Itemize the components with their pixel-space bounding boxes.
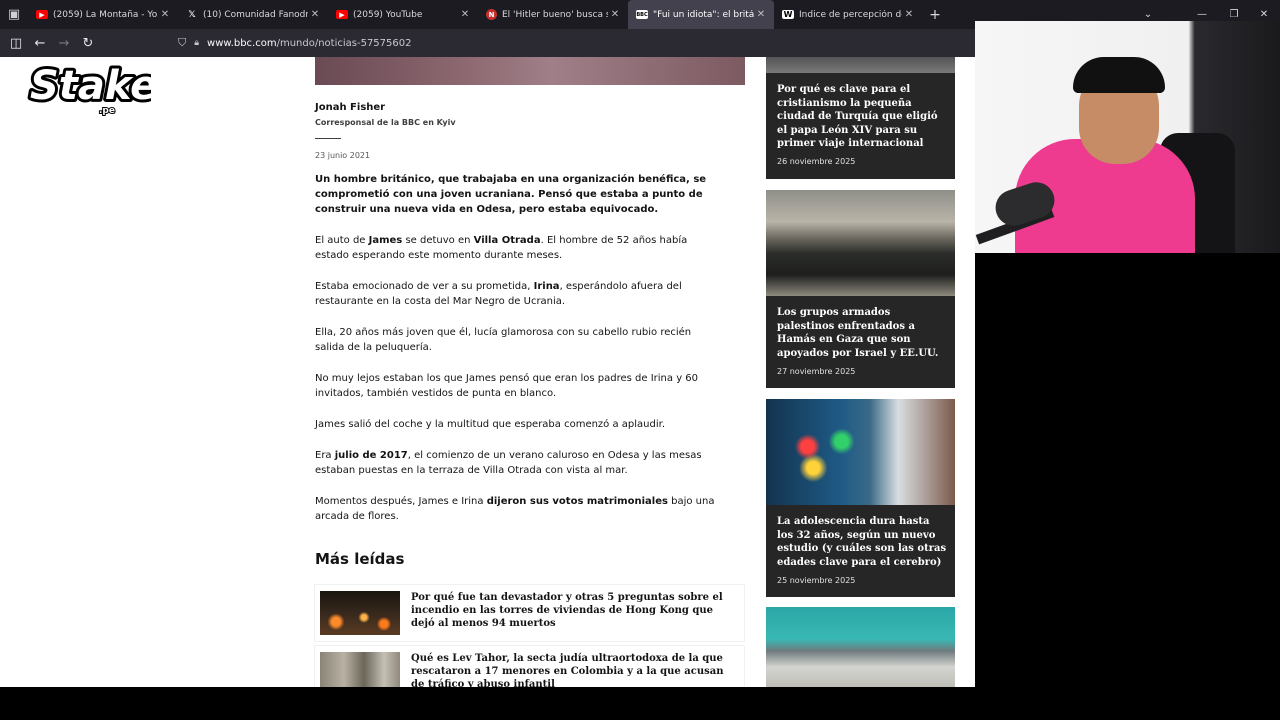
most-read-title[interactable]: Qué es Lev Tahor, la secta judía ultraor…: [411, 652, 736, 687]
lock-icon[interactable]: 🔒︎: [194, 38, 199, 48]
tab-title: (2059) La Montaña - YouTube: [53, 9, 158, 20]
tab-list-icon[interactable]: ▣: [0, 0, 28, 29]
sidebar-toggle-icon[interactable]: ◫: [4, 29, 28, 57]
x-icon: 𝕏: [188, 9, 196, 20]
shield-icon[interactable]: ⛉: [178, 36, 186, 50]
author-name: Jonah Fisher: [315, 102, 386, 113]
webcam-overlay: [975, 21, 1280, 253]
sidebar-card[interactable]: [766, 607, 955, 687]
close-icon[interactable]: ✕: [608, 9, 622, 20]
card-image[interactable]: [766, 57, 955, 73]
author-divider: [315, 138, 341, 139]
tab-hitler-bueno[interactable]: N El 'Hitler bueno' busca ser alcalde ✕: [478, 0, 628, 29]
tab-title: Índice de percepción de corrupción: [799, 9, 902, 20]
most-read-thumbnail[interactable]: [320, 652, 400, 687]
article-paragraph: El auto de James se detuvo en Villa Otra…: [315, 235, 688, 261]
page-content: Stake Stake .pe Jonah Fisher Corresponsa…: [0, 57, 975, 687]
tab-youtube-montana[interactable]: ▶ (2059) La Montaña - YouTube ✕: [28, 0, 178, 29]
card-image[interactable]: [766, 190, 955, 296]
card-image[interactable]: [766, 607, 955, 687]
wikipedia-icon: W: [782, 10, 794, 19]
logo-text: Stake: [30, 63, 151, 109]
most-read-heading: Más leídas: [315, 550, 405, 568]
tab-title: El 'Hitler bueno' busca ser alcalde: [502, 9, 608, 20]
news-icon: N: [486, 9, 497, 20]
tab-bbc-active[interactable]: BBC "Fui un idiota": el británico que ✕: [628, 0, 774, 29]
most-read-thumbnail[interactable]: [320, 591, 400, 635]
card-title[interactable]: Por qué es clave para el cristianismo la…: [777, 83, 947, 151]
tab-youtube[interactable]: ▶ (2059) YouTube ✕: [328, 0, 478, 29]
author-role: Corresponsal de la BBC en Kyiv: [315, 118, 456, 127]
webcam-person-cap: [1073, 57, 1165, 93]
tab-wikipedia[interactable]: W Índice de percepción de corrupción ✕: [774, 0, 922, 29]
article-paragraph: Estaba emocionado de ver a su prometida,…: [315, 281, 682, 307]
stake-logo: Stake Stake .pe: [27, 57, 160, 119]
article-paragraph: Era julio de 2017, el comienzo de un ver…: [315, 450, 702, 476]
tab-title: (10) Comunidad Fanodric Army: [203, 9, 308, 20]
card-title[interactable]: La adolescencia dura hasta los 32 años, …: [777, 515, 947, 569]
close-icon[interactable]: ✕: [754, 9, 768, 20]
most-read-title[interactable]: Por qué fue tan devastador y otras 5 pre…: [411, 591, 736, 630]
sidebar-card[interactable]: Los grupos armados palestinos enfrentado…: [766, 190, 955, 388]
article-paragraph: James salió del coche y la multitud que …: [315, 419, 666, 430]
url-host: www.bbc.com: [207, 37, 277, 49]
article-body: Un hombre británico, que trabajaba en un…: [315, 172, 715, 540]
sidebar-card[interactable]: La adolescencia dura hasta los 32 años, …: [766, 399, 955, 597]
reload-icon[interactable]: ↻: [76, 29, 100, 57]
card-date: 27 noviembre 2025: [777, 367, 856, 376]
bottom-letterbox: [0, 687, 1280, 720]
youtube-icon: ▶: [336, 10, 348, 19]
article-date: 23 junio 2021: [315, 151, 371, 160]
card-title[interactable]: Los grupos armados palestinos enfrentado…: [777, 306, 947, 360]
url-path: /mundo/noticias-57575602: [276, 37, 412, 49]
url-bar[interactable]: ⛉ 🔒︎ www.bbc.com/mundo/noticias-57575602: [178, 32, 975, 54]
tab-title: (2059) YouTube: [353, 9, 423, 20]
card-date: 25 noviembre 2025: [777, 576, 856, 585]
card-image[interactable]: [766, 399, 955, 505]
article-paragraph: Ella, 20 años más joven que él, lucía gl…: [315, 327, 692, 353]
back-arrow-icon[interactable]: ←: [28, 29, 52, 57]
tab-title: "Fui un idiota": el británico que: [653, 9, 754, 20]
article-lead: Un hombre británico, que trabajaba en un…: [315, 174, 707, 215]
tab-x-comunidad[interactable]: 𝕏 (10) Comunidad Fanodric Army ✕: [178, 0, 328, 29]
close-icon[interactable]: ✕: [902, 9, 916, 20]
sidebar-card[interactable]: Por qué es clave para el cristianismo la…: [766, 57, 955, 179]
article-paragraph: No muy lejos estaban los que James pensó…: [315, 373, 699, 399]
logo-suffix: .pe: [99, 106, 115, 116]
most-read-item[interactable]: Por qué fue tan devastador y otras 5 pre…: [315, 585, 744, 641]
article-paragraph: Momentos después, James e Irina dijeron …: [315, 496, 715, 522]
close-icon[interactable]: ✕: [158, 9, 172, 20]
close-icon[interactable]: ✕: [458, 9, 472, 20]
forward-arrow-icon[interactable]: →: [52, 29, 76, 57]
most-read-item[interactable]: Qué es Lev Tahor, la secta judía ultraor…: [315, 646, 744, 687]
youtube-icon: ▶: [36, 10, 48, 19]
article-hero-image: [315, 57, 745, 85]
new-tab-button[interactable]: +: [922, 7, 948, 23]
navigation-bar: ◫ ← → ↻ ⛉ 🔒︎ www.bbc.com/mundo/noticias-…: [0, 29, 975, 57]
bbc-icon: BBC: [636, 10, 648, 19]
card-date: 26 noviembre 2025: [777, 157, 856, 166]
close-icon[interactable]: ✕: [308, 9, 322, 20]
